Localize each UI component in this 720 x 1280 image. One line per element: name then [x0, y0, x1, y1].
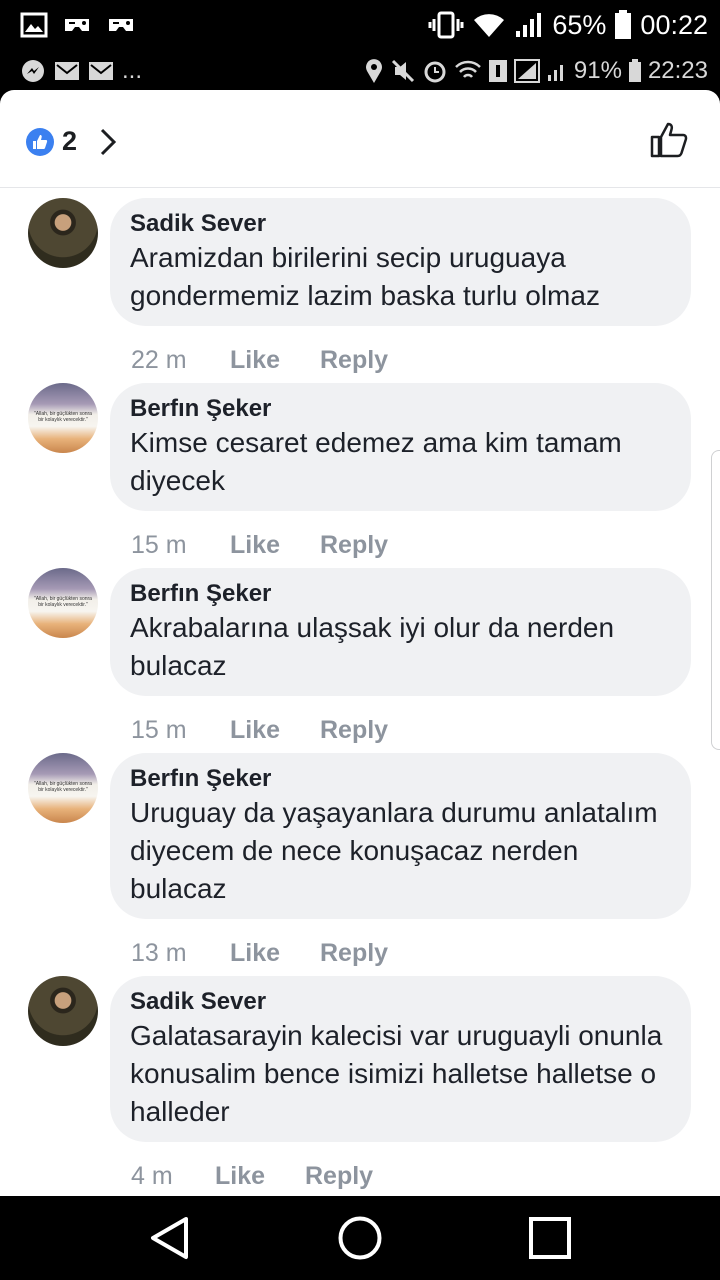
signal-icon [513, 59, 540, 83]
clock: 22:23 [647, 57, 708, 84]
like-link[interactable]: Like [230, 346, 320, 375]
like-link[interactable]: Like [230, 939, 320, 968]
comment-bubble[interactable]: Sadik Sever Aramizdan birilerini secip u… [110, 198, 691, 326]
location-icon [365, 59, 382, 83]
like-reaction-icon [26, 127, 54, 156]
battery-percent: 65% [552, 9, 607, 40]
comments-sheet: 2 Sadik Sever Aramizdan birilerini secip… [0, 90, 720, 1196]
comment-author[interactable]: Sadik Sever [130, 987, 671, 1017]
back-icon [151, 1217, 188, 1259]
mail-icon [89, 62, 113, 80]
wifi-icon [455, 60, 481, 78]
more-notifications: ... [122, 57, 143, 84]
navigation-bar [0, 1196, 720, 1280]
like-post-button[interactable] [650, 122, 688, 163]
reaction-count: 2 [62, 126, 78, 156]
signal-icon [516, 13, 542, 37]
comment-actions: 15 m Like Reply [131, 531, 388, 560]
comment-actions: 22 m Like Reply [131, 346, 388, 375]
comment-author[interactable]: Berfın Şeker [130, 579, 671, 609]
like-link[interactable]: Like [230, 716, 320, 745]
comment-actions: 4 m Like Reply [131, 1162, 373, 1191]
like-link[interactable]: Like [215, 1162, 305, 1191]
comment-time: 15 m [131, 531, 187, 559]
wifi-icon [474, 14, 505, 37]
comment-time: 22 m [131, 346, 187, 374]
comment-text: Uruguay da yaşayanlara durumu anlatalım … [130, 797, 658, 904]
scrollbar[interactable] [711, 450, 720, 750]
comment-actions: 15 m Like Reply [131, 716, 388, 745]
battery-percent: 91% [573, 57, 622, 84]
comment-time: 15 m [131, 716, 187, 744]
system-status-bar: 65% 00:22 [0, 0, 720, 50]
comment-text: Aramizdan birilerini secip uruguaya gond… [130, 242, 600, 311]
avatar[interactable]: "Allah, bir güçlükten sonra bir kolaylık… [28, 383, 98, 453]
comment-bubble[interactable]: Berfın Şeker Kimse cesaret edemez ama ki… [110, 383, 691, 511]
comment-text: Galatasarayin kalecisi var uruguayli onu… [130, 1020, 663, 1127]
reply-link[interactable]: Reply [305, 1162, 373, 1191]
clock: 00:22 [640, 9, 708, 40]
mute-icon [391, 59, 414, 83]
comment-bubble[interactable]: Berfın Şeker Akrabalarına ulaşsak iyi ol… [110, 568, 691, 696]
gallery-icon [20, 12, 48, 38]
reactions-summary[interactable]: 2 [26, 126, 117, 157]
avatar[interactable]: "Allah, bir güçlükten sonra bir kolaylık… [28, 568, 98, 638]
reply-link[interactable]: Reply [320, 939, 388, 968]
back-button[interactable] [146, 1214, 194, 1262]
recent-apps-button[interactable] [526, 1214, 574, 1262]
battery-icon [615, 10, 632, 39]
avatar[interactable]: "Allah, bir güçlükten sonra bir kolaylık… [28, 753, 98, 823]
game-controller-icon [65, 19, 89, 31]
reply-link[interactable]: Reply [320, 531, 388, 560]
comment-text: Kimse cesaret edemez ama kim tamam diyec… [130, 427, 622, 496]
like-link[interactable]: Like [230, 531, 320, 560]
comment-bubble[interactable]: Berfın Şeker Uruguay da yaşayanlara duru… [110, 753, 691, 919]
sim-icon [488, 60, 507, 82]
reply-link[interactable]: Reply [320, 346, 388, 375]
avatar-quote-text: "Allah, bir güçlükten sonra bir kolaylık… [34, 411, 92, 423]
reply-link[interactable]: Reply [320, 716, 388, 745]
avatar-quote-text: "Allah, bir güçlükten sonra bir kolaylık… [34, 596, 92, 608]
thumbs-up-icon [650, 122, 688, 158]
reactions-header: 2 [0, 90, 720, 188]
recent-apps-icon [529, 1217, 571, 1259]
messenger-icon [22, 60, 44, 82]
avatar-quote-text: "Allah, bir güçlükten sonra bir kolaylık… [34, 781, 92, 793]
battery-icon [628, 59, 641, 82]
screenshot-status-bar: ... 91% 22:23 [0, 50, 720, 92]
vibrate-icon [428, 11, 464, 39]
home-icon [338, 1216, 382, 1260]
comment-text: Akrabalarına ulaşsak iyi olur da nerden … [130, 612, 615, 681]
game-controller-icon [109, 19, 133, 31]
comment-time: 13 m [131, 939, 187, 967]
comment-time: 4 m [131, 1162, 173, 1190]
comment-author[interactable]: Berfın Şeker [130, 764, 671, 794]
avatar[interactable] [28, 198, 98, 268]
home-button[interactable] [336, 1214, 384, 1262]
comment-bubble[interactable]: Sadik Sever Galatasarayin kalecisi var u… [110, 976, 691, 1142]
comment-actions: 13 m Like Reply [131, 939, 388, 968]
alarm-icon [424, 61, 446, 83]
signal-icon [547, 65, 563, 81]
chevron-right-icon [100, 128, 117, 155]
comment-author[interactable]: Sadik Sever [130, 209, 671, 239]
mail-icon [55, 62, 79, 80]
avatar[interactable] [28, 976, 98, 1046]
comment-author[interactable]: Berfın Şeker [130, 394, 671, 424]
